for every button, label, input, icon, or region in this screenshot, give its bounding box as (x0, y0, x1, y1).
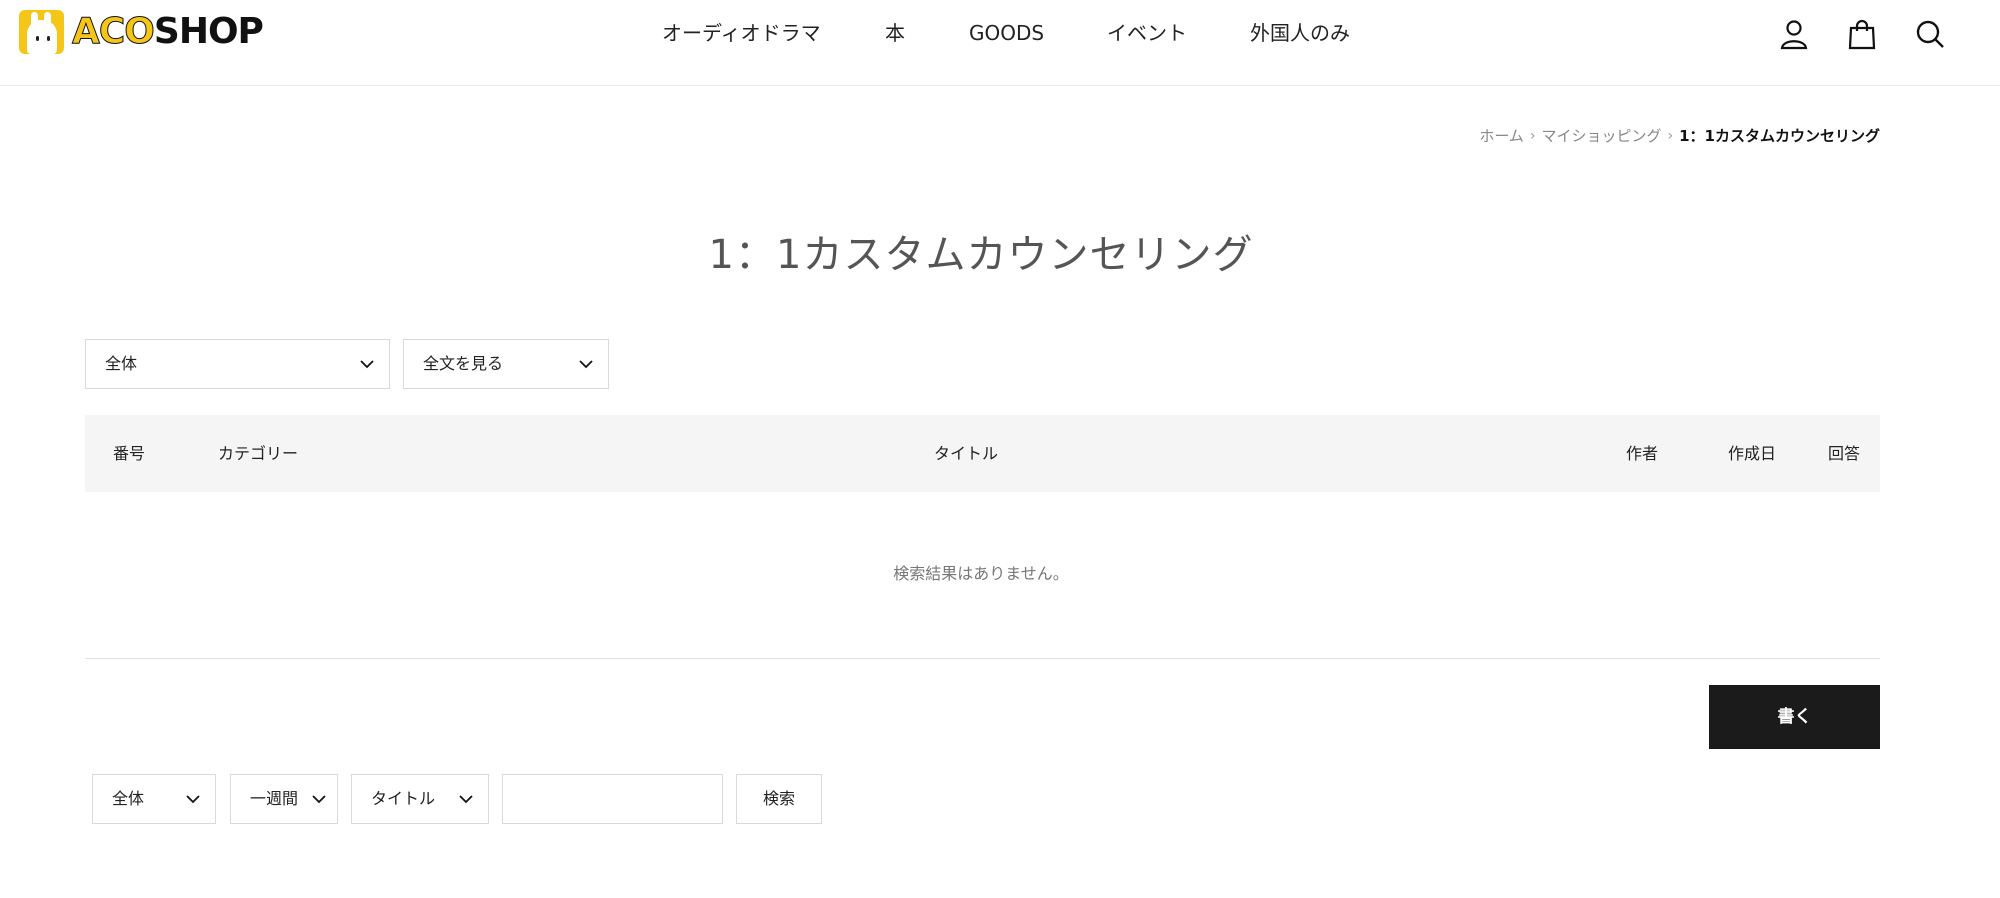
breadcrumb-home[interactable]: ホーム (1479, 124, 1524, 148)
chevron-right-icon: › (1667, 128, 1674, 144)
chevron-down-icon (311, 791, 327, 807)
breadcrumb-my-shopping[interactable]: マイショッピング (1541, 124, 1661, 148)
nav-goods[interactable]: GOODS (969, 18, 1044, 48)
search-scope-value: 全体 (112, 789, 145, 808)
chevron-down-icon (185, 791, 201, 807)
user-icon[interactable] (1778, 18, 1810, 50)
view-mode-select[interactable]: 全文を見る (403, 339, 609, 389)
search-icon[interactable] (1914, 18, 1946, 50)
column-header-title: タイトル (934, 444, 999, 463)
search-scope-select[interactable]: 全体 (92, 774, 216, 824)
nav-events[interactable]: イベント (1107, 18, 1187, 48)
breadcrumb-current: 1：1カスタムカウンセリング (1679, 127, 1880, 145)
empty-results-message: 検索結果はありません。 (893, 564, 1069, 583)
search-input[interactable] (502, 774, 723, 824)
write-button[interactable]: 書く (1709, 685, 1880, 749)
view-mode-value: 全文を見る (423, 354, 504, 373)
column-header-reply: 回答 (1828, 444, 1861, 463)
main-nav: オーディオドラマ 本 GOODS イベント 外国人のみ (0, 18, 2000, 48)
chevron-down-icon (578, 356, 594, 372)
search-period-select[interactable]: 一週間 (230, 774, 338, 824)
category-filter-value: 全体 (105, 354, 138, 373)
table-header: 番号 カテゴリー タイトル 作者 作成日 回答 (85, 415, 1880, 492)
chevron-down-icon (359, 356, 375, 372)
site-header: ACOSHOP オーディオドラマ 本 GOODS イベント 外国人のみ (0, 0, 2000, 86)
breadcrumb: ホーム › マイショッピング › 1：1カスタムカウンセリング (1479, 124, 1880, 148)
column-header-no: 番号 (113, 444, 146, 463)
search-field-select[interactable]: タイトル (351, 774, 489, 824)
chevron-right-icon: › (1529, 128, 1536, 144)
nav-foreigners-only[interactable]: 外国人のみ (1250, 18, 1350, 48)
search-period-value: 一週間 (250, 789, 299, 808)
nav-audio-drama[interactable]: オーディオドラマ (662, 18, 821, 48)
table-divider (85, 658, 1880, 659)
column-header-category: カテゴリー (218, 444, 299, 463)
search-field-value: タイトル (371, 789, 436, 808)
cart-icon[interactable] (1846, 18, 1878, 50)
column-header-author: 作者 (1626, 444, 1659, 463)
page-title: 1：1カスタムカウンセリング (708, 232, 1254, 278)
column-header-date: 作成日 (1728, 444, 1777, 463)
category-filter-select[interactable]: 全体 (85, 339, 390, 389)
nav-books[interactable]: 本 (885, 18, 905, 48)
search-button[interactable]: 検索 (736, 774, 822, 824)
chevron-down-icon (458, 791, 474, 807)
